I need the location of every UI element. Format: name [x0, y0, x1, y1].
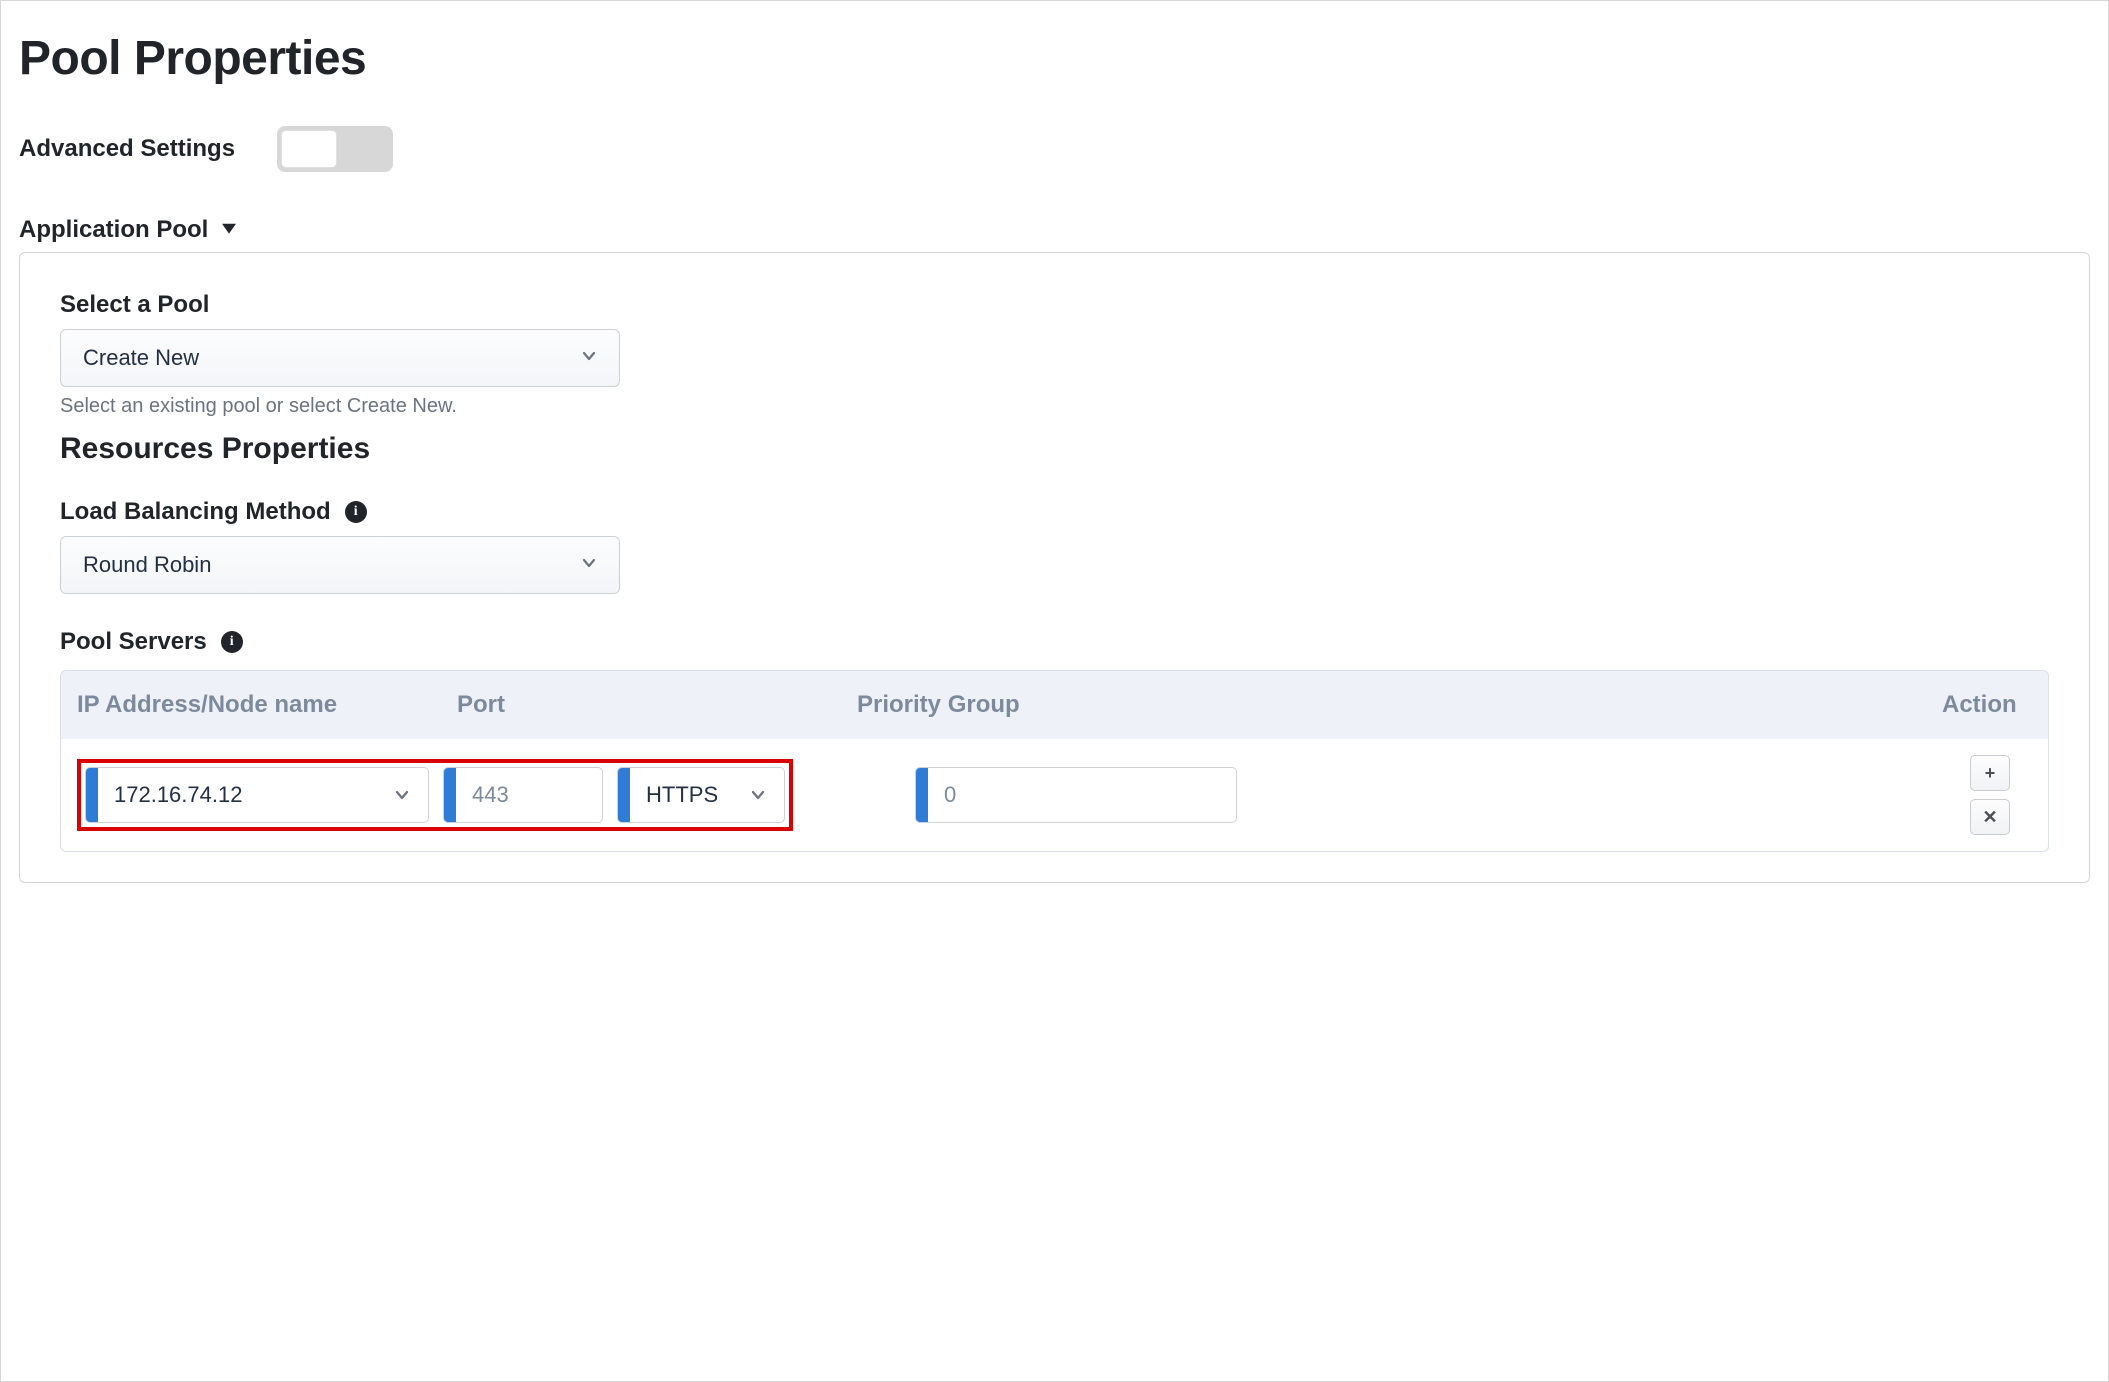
priority-cell	[869, 767, 1942, 823]
remove-row-button[interactable]: ✕	[1970, 799, 2010, 835]
th-action: Action	[1942, 691, 2032, 719]
action-cell: + ✕	[1942, 755, 2032, 835]
caret-down-icon	[222, 221, 236, 240]
resources-properties-title: Resources Properties	[60, 432, 2049, 466]
priority-field[interactable]	[928, 768, 1236, 822]
input-accent-bar	[444, 768, 456, 822]
add-row-button[interactable]: +	[1970, 755, 2010, 791]
advanced-settings-toggle[interactable]	[277, 126, 393, 172]
input-accent-bar	[86, 768, 98, 822]
pool-servers-label: Pool Servers i	[60, 628, 2049, 656]
pool-servers-table: IP Address/Node name Port Priority Group…	[60, 670, 2049, 852]
input-accent-bar	[916, 768, 928, 822]
chevron-down-icon	[394, 787, 410, 803]
load-balancing-label-text: Load Balancing Method	[60, 498, 331, 526]
application-pool-section-label: Application Pool	[19, 216, 208, 244]
application-pool-panel: Select a Pool Create New Select an exist…	[19, 252, 2090, 883]
pool-servers-label-text: Pool Servers	[60, 628, 207, 656]
ip-address-input[interactable]	[85, 767, 429, 823]
th-ip: IP Address/Node name	[77, 691, 457, 719]
table-row: HTTPS + ✕	[61, 739, 2048, 851]
table-header: IP Address/Node name Port Priority Group…	[61, 671, 2048, 739]
page-title: Pool Properties	[19, 31, 2090, 86]
th-priority: Priority Group	[857, 691, 1942, 719]
select-pool-dropdown[interactable]: Create New	[60, 329, 620, 387]
toggle-knob	[281, 130, 337, 168]
info-icon[interactable]: i	[221, 631, 243, 653]
application-pool-section-toggle[interactable]: Application Pool	[19, 216, 236, 244]
select-pool-label: Select a Pool	[60, 291, 2049, 319]
port-input[interactable]	[443, 767, 603, 823]
load-balancing-dropdown[interactable]: Round Robin	[60, 536, 620, 594]
load-balancing-value: Round Robin	[83, 552, 211, 578]
priority-input[interactable]	[915, 767, 1237, 823]
chevron-down-icon	[581, 348, 597, 369]
pool-properties-panel: Pool Properties Advanced Settings Applic…	[0, 0, 2109, 1382]
load-balancing-label: Load Balancing Method i	[60, 498, 2049, 526]
info-icon[interactable]: i	[345, 501, 367, 523]
input-accent-bar	[618, 768, 630, 822]
chevron-down-icon	[750, 787, 766, 803]
advanced-settings-row: Advanced Settings	[19, 126, 2090, 172]
protocol-select[interactable]: HTTPS	[617, 767, 785, 823]
select-pool-helper: Select an existing pool or select Create…	[60, 395, 2049, 418]
select-pool-value: Create New	[83, 345, 199, 371]
advanced-settings-label: Advanced Settings	[19, 135, 235, 163]
ip-dropdown-trigger[interactable]	[378, 768, 428, 822]
port-field[interactable]	[456, 768, 602, 822]
th-port: Port	[457, 691, 857, 719]
protocol-value: HTTPS	[646, 782, 718, 808]
protocol-dropdown[interactable]: HTTPS	[630, 768, 784, 822]
highlight-box: HTTPS	[77, 759, 793, 831]
highlighted-cells: HTTPS	[77, 759, 869, 831]
ip-address-field[interactable]	[98, 768, 378, 822]
chevron-down-icon	[581, 555, 597, 576]
